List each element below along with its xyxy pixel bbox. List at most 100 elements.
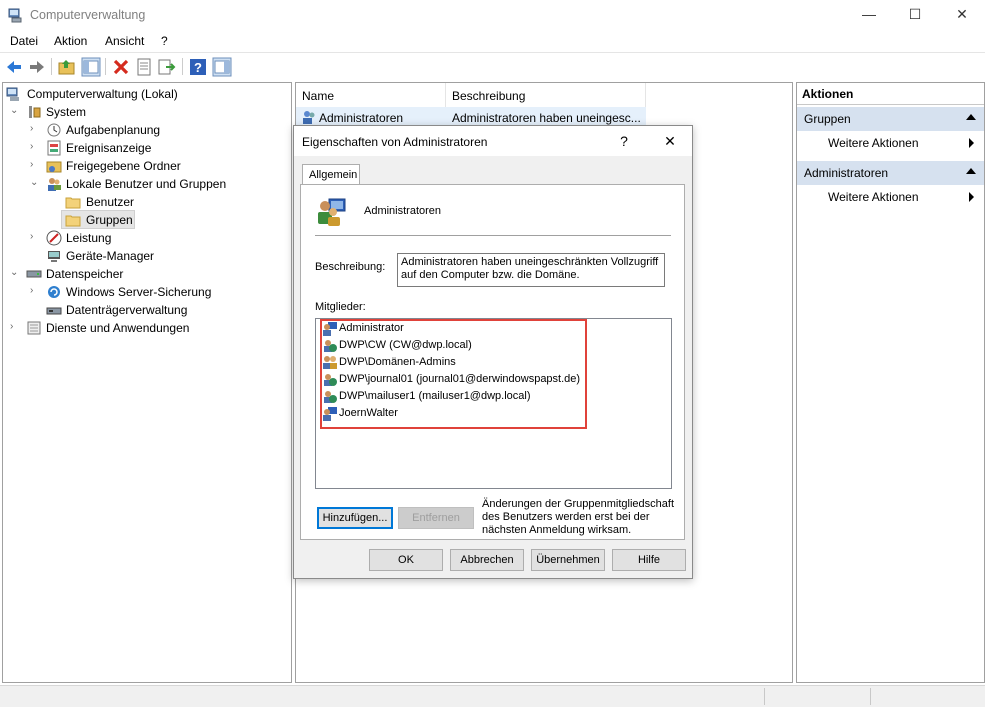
tree-label: Ereignisanzeige (66, 141, 152, 155)
action-label: Weitere Aktionen (828, 136, 919, 150)
action-weitere-aktionen[interactable]: Weitere Aktionen (797, 133, 984, 153)
up-folder-icon[interactable] (57, 57, 77, 77)
tree-item-benutzer[interactable]: Benutzer (6, 193, 286, 211)
local-users-groups-icon (48, 178, 61, 191)
tree-label: Freigegebene Ordner (66, 159, 181, 173)
maximize-button[interactable]: ☐ (892, 0, 938, 30)
tree-item-ereignisanzeige[interactable]: › Ereignisanzeige (6, 139, 286, 157)
list-row[interactable]: Administratoren Administratoren haben un… (296, 107, 646, 127)
collapse-icon[interactable] (966, 168, 976, 174)
maximize-icon: ☐ (908, 6, 922, 22)
actions-header: Aktionen (797, 83, 984, 105)
chevron-down-icon[interactable]: ⌄ (10, 267, 20, 279)
tree-item-geraete-manager[interactable]: Geräte-Manager (6, 247, 286, 265)
tree-item-freigegebene-ordner[interactable]: › Freigegebene Ordner (6, 157, 286, 175)
tree-item-leistung[interactable]: › Leistung (6, 229, 286, 247)
column-header-beschreibung[interactable]: Beschreibung (446, 83, 646, 107)
properties-dialog: Eigenschaften von Administratoren ? ✕ Al… (293, 125, 693, 579)
close-icon: ✕ (664, 133, 676, 149)
status-bar (0, 685, 985, 707)
tree-label: Windows Server-Sicherung (66, 285, 212, 299)
tree-label: Datenträgerverwaltung (66, 303, 188, 317)
tree-label: Datenspeicher (46, 267, 124, 281)
shared-folders-icon (46, 161, 62, 173)
members-label: Mitglieder: (315, 301, 366, 313)
menu-help[interactable]: ? (161, 34, 168, 48)
tab-allgemein[interactable]: Allgemein (302, 164, 360, 185)
tree-label: Gruppen (86, 213, 133, 227)
apply-button[interactable]: Übernehmen (531, 549, 605, 571)
description-label: Beschreibung: (315, 261, 386, 273)
tree-label: Computerverwaltung (Lokal) (27, 87, 178, 101)
tree-item-aufgabenplanung[interactable]: › Aufgabenplanung (6, 121, 286, 139)
dialog-close-button[interactable]: ✕ (650, 126, 690, 156)
group-icon (318, 198, 346, 226)
list-cell-desc: Administratoren haben uneingesc... (452, 111, 641, 125)
chevron-right-icon[interactable]: › (30, 141, 40, 153)
menu-ansicht[interactable]: Ansicht (105, 34, 144, 48)
description-field[interactable]: Administratoren haben uneingeschränkten … (397, 253, 665, 287)
backup-icon (48, 286, 60, 298)
title-bar: Computerverwaltung — ☐ ✕ (0, 0, 985, 30)
action-label: Weitere Aktionen (828, 190, 919, 204)
tree-label: Lokale Benutzer und Gruppen (66, 177, 227, 191)
chevron-right-icon[interactable]: › (30, 285, 40, 297)
menu-datei[interactable]: Datei (10, 34, 38, 48)
help-button[interactable]: Hilfe (612, 549, 686, 571)
folder-icon (65, 215, 81, 227)
close-button[interactable]: ✕ (939, 0, 985, 30)
chevron-down-icon[interactable]: ⌄ (10, 105, 20, 117)
computer-management-icon (8, 8, 22, 23)
help-icon[interactable]: ? (188, 57, 208, 77)
actions-group-title: Administratoren (804, 166, 889, 180)
tree-item-gruppen[interactable]: Gruppen (6, 211, 286, 229)
actions-pane: Aktionen Gruppen Weitere Aktionen Admini… (796, 82, 985, 683)
tree-label: Geräte-Manager (66, 249, 155, 263)
cancel-button[interactable]: Abbrechen (450, 549, 524, 571)
group-name: Administratoren (364, 205, 442, 217)
add-button[interactable]: Hinzufügen... (317, 507, 393, 529)
tab-page-allgemein: Administratoren Beschreibung: Administra… (300, 184, 685, 540)
dialog-help-button[interactable]: ? (604, 126, 644, 156)
minimize-icon: — (862, 6, 876, 22)
disk-management-icon (46, 307, 62, 315)
export-list-icon[interactable] (157, 57, 177, 77)
console-tree: Computerverwaltung (Lokal) ⌄ System › Au… (2, 82, 292, 683)
delete-icon[interactable] (111, 57, 131, 77)
red-annotation-box (320, 319, 587, 429)
close-icon: ✕ (956, 6, 968, 22)
tree-item-computerverwaltung[interactable]: Computerverwaltung (Lokal) (6, 85, 286, 103)
tree-item-windows-server-sicherung[interactable]: › Windows Server-Sicherung (6, 283, 286, 301)
menu-aktion[interactable]: Aktion (54, 34, 87, 48)
action-weitere-aktionen[interactable]: Weitere Aktionen (797, 187, 984, 207)
minimize-button[interactable]: — (846, 0, 892, 30)
tree-label: Benutzer (86, 195, 135, 209)
group-icon (303, 111, 315, 124)
actions-group-gruppen[interactable]: Gruppen (797, 107, 984, 131)
tree-label: Aufgabenplanung (66, 123, 161, 137)
chevron-right-icon[interactable]: › (30, 231, 40, 243)
remove-button[interactable]: Entfernen (398, 507, 474, 529)
show-hide-tree-icon[interactable] (81, 57, 101, 77)
properties-icon[interactable] (134, 57, 154, 77)
tree-item-datenspeicher[interactable]: ⌄ Datenspeicher (6, 265, 286, 283)
collapse-icon[interactable] (966, 114, 976, 120)
column-header-name[interactable]: Name (296, 83, 446, 107)
svg-text:?: ? (194, 60, 202, 75)
ok-button[interactable]: OK (369, 549, 443, 571)
tree-item-lokale-benutzer-gruppen[interactable]: ⌄ Lokale Benutzer und Gruppen (6, 175, 286, 193)
chevron-right-icon[interactable]: › (30, 123, 40, 135)
tree-label: Dienste und Anwendungen (46, 321, 190, 335)
chevron-right-icon[interactable]: › (10, 321, 20, 333)
chevron-down-icon[interactable]: ⌄ (30, 177, 40, 189)
back-icon[interactable] (4, 57, 24, 77)
computer-management-icon (6, 87, 19, 101)
tree-item-system[interactable]: ⌄ System (6, 103, 286, 121)
dialog-title: Eigenschaften von Administratoren (302, 135, 488, 149)
forward-icon[interactable] (27, 57, 47, 77)
tree-item-datentraegerverwaltung[interactable]: Datenträgerverwaltung (6, 301, 286, 319)
actions-group-administratoren[interactable]: Administratoren (797, 161, 984, 185)
show-action-pane-icon[interactable] (212, 57, 232, 77)
tree-item-dienste-anwendungen[interactable]: › Dienste und Anwendungen (6, 319, 286, 337)
chevron-right-icon[interactable]: › (30, 159, 40, 171)
